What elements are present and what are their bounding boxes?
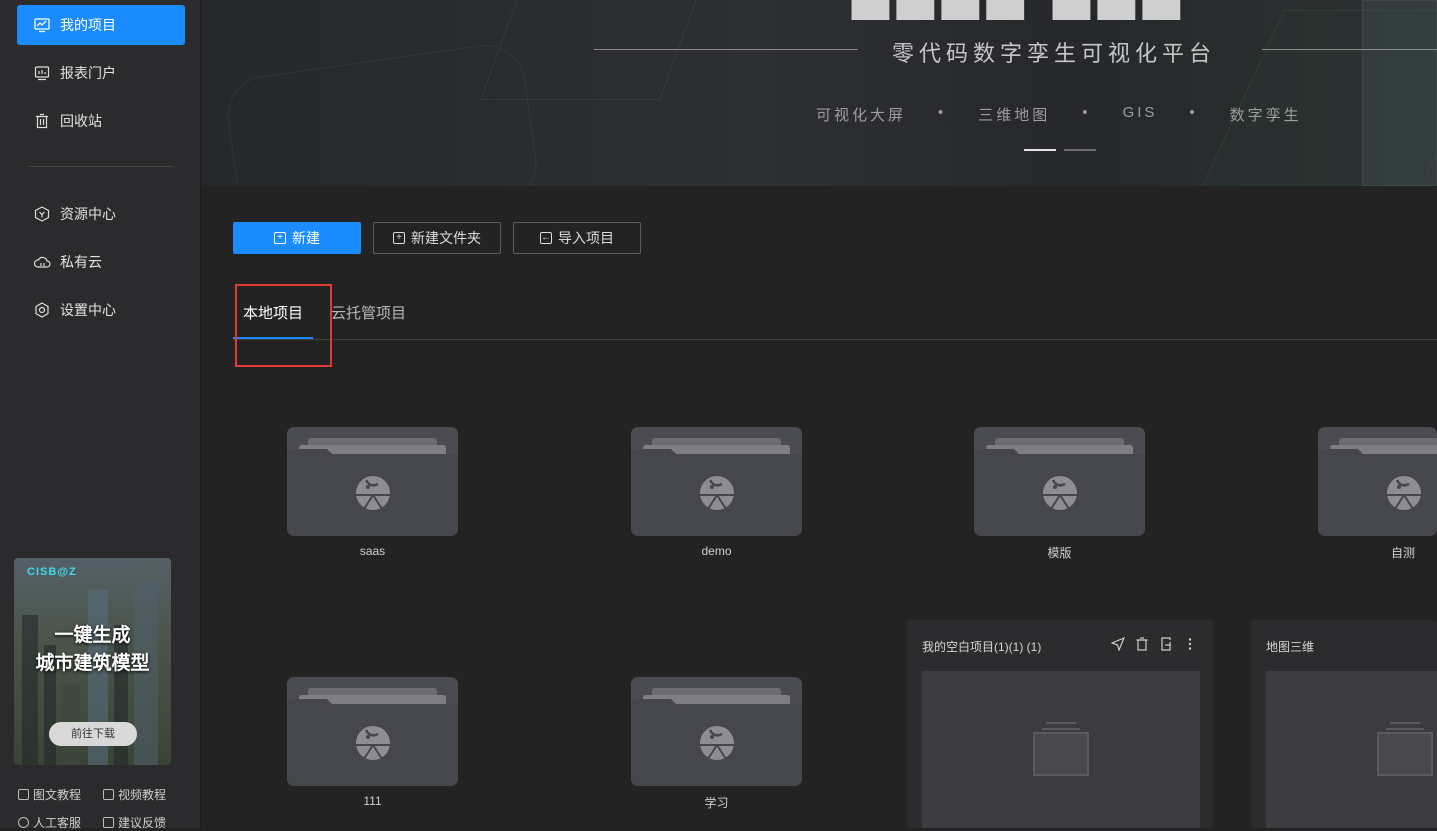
nav-settings-center[interactable]: 设置中心 bbox=[17, 290, 185, 330]
app-logo-icon bbox=[1043, 476, 1077, 510]
tag-separator: • bbox=[938, 104, 947, 121]
folder-item[interactable] bbox=[631, 677, 802, 786]
banner-divider-right bbox=[1262, 49, 1437, 50]
folder-label: 自测 bbox=[1391, 546, 1416, 560]
banner-tags: 可视化大屏 • 三维地图 • GIS • 数字孪生 bbox=[816, 104, 1334, 125]
promo-download-button[interactable]: 前往下载 bbox=[49, 722, 137, 746]
send-icon[interactable] bbox=[1110, 636, 1125, 651]
sidebar: 我的项目 报表门户 回收站 资源中心 私有云 设置中心 CISB@Z 一键生成 … bbox=[0, 0, 201, 831]
nav-resource-center[interactable]: 资源中心 bbox=[17, 194, 185, 234]
more-vertical-icon[interactable] bbox=[1182, 636, 1197, 651]
folder-label: saas bbox=[359, 544, 386, 558]
banner-title-partial: ▆▇▅▆ ▇▆▅ bbox=[852, 0, 1188, 20]
banner-subtitle: 零代码数字孪生可视化平台 bbox=[892, 41, 1217, 66]
nav-label: 回收站 bbox=[60, 113, 102, 129]
footer-link-label: 视频教程 bbox=[118, 788, 167, 802]
placeholder-image-icon bbox=[1377, 722, 1433, 776]
tabs-divider bbox=[233, 339, 1437, 340]
folder-item[interactable] bbox=[1318, 427, 1437, 536]
footer-link-feedback[interactable]: 建议反馈 bbox=[103, 814, 166, 831]
project-thumbnail[interactable] bbox=[1266, 671, 1437, 828]
footer-link-label: 图文教程 bbox=[33, 788, 82, 802]
footer-link-customer-service[interactable]: 人工客服 bbox=[18, 814, 81, 831]
banner-tag: 三维地图 bbox=[978, 107, 1051, 124]
nav-private-cloud[interactable]: 私有云 bbox=[17, 242, 185, 282]
cloud-icon bbox=[33, 253, 51, 271]
banner-divider-left bbox=[594, 49, 858, 50]
project-card-actions bbox=[1110, 636, 1197, 651]
folder-label: 模版 bbox=[1047, 546, 1072, 560]
app-logo-icon bbox=[1387, 476, 1421, 510]
nav-label: 私有云 bbox=[60, 254, 102, 270]
import-project-button[interactable]: ← 导入项目 bbox=[513, 222, 641, 254]
footer-link-video-tutorial[interactable]: 视频教程 bbox=[103, 786, 166, 803]
gear-icon bbox=[33, 301, 51, 319]
trash-icon bbox=[33, 112, 51, 130]
new-folder-button[interactable]: + 新建文件夹 bbox=[373, 222, 501, 254]
nav-label: 报表门户 bbox=[60, 65, 116, 81]
tag-separator: • bbox=[1082, 104, 1091, 121]
nav-label: 资源中心 bbox=[60, 206, 116, 222]
footer-link-graphic-tutorial[interactable]: 图文教程 bbox=[18, 786, 81, 803]
nav-report-portal[interactable]: 报表门户 bbox=[17, 53, 185, 93]
app-logo-icon bbox=[356, 726, 390, 760]
folder-item[interactable] bbox=[974, 427, 1145, 536]
promo-title-line1: 一键生成 bbox=[54, 625, 131, 646]
annotation-highlight-box bbox=[235, 284, 332, 367]
nav-label: 设置中心 bbox=[60, 302, 116, 318]
banner-tag: 可视化大屏 bbox=[816, 107, 907, 124]
button-label: 新建文件夹 bbox=[411, 230, 481, 246]
project-card[interactable]: 地图三维 bbox=[1251, 620, 1437, 828]
folder-item[interactable] bbox=[631, 427, 802, 536]
promo-banner[interactable]: CISB@Z 一键生成 城市建筑模型 前往下载 bbox=[14, 558, 171, 765]
nav-label: 我的项目 bbox=[60, 17, 116, 33]
promo-title-line2: 城市建筑模型 bbox=[35, 653, 150, 674]
new-project-button[interactable]: + 新建 bbox=[233, 222, 361, 254]
doc-icon bbox=[18, 789, 29, 800]
trash-icon[interactable] bbox=[1134, 636, 1149, 651]
nav-divider bbox=[29, 166, 173, 167]
feedback-icon bbox=[103, 817, 114, 828]
carousel-indicator-active[interactable] bbox=[1024, 149, 1056, 151]
import-icon: ← bbox=[540, 232, 552, 244]
report-icon bbox=[33, 64, 51, 82]
project-card-title: 地图三维 bbox=[1266, 640, 1315, 654]
folder-label: 学习 bbox=[704, 796, 729, 810]
project-card[interactable]: 我的空白项目(1)(1) (1) bbox=[907, 620, 1213, 828]
plus-square-icon: + bbox=[274, 232, 286, 244]
video-icon bbox=[103, 789, 114, 800]
hero-banner: ▆▇▅▆ ▇▆▅ 零代码数字孪生可视化平台 可视化大屏 • 三维地图 • GIS… bbox=[202, 0, 1437, 186]
folder-item[interactable] bbox=[287, 677, 458, 786]
promo-logo: CISB@Z bbox=[27, 566, 77, 578]
banner-tag: GIS bbox=[1122, 104, 1158, 121]
app-logo-icon bbox=[356, 476, 390, 510]
project-thumbnail[interactable] bbox=[922, 671, 1200, 828]
footer-link-label: 建议反馈 bbox=[118, 816, 167, 830]
export-icon[interactable] bbox=[1158, 636, 1173, 651]
folder-item[interactable] bbox=[287, 427, 458, 536]
folder-label: 111 bbox=[363, 794, 382, 808]
app-logo-icon bbox=[700, 476, 734, 510]
nav-recycle-bin[interactable]: 回收站 bbox=[17, 101, 185, 141]
carousel-indicator[interactable] bbox=[1064, 149, 1096, 151]
folder-label: demo bbox=[701, 544, 732, 558]
tag-separator: • bbox=[1189, 104, 1198, 121]
footer-link-label: 人工客服 bbox=[33, 816, 82, 830]
button-label: 新建 bbox=[292, 230, 320, 246]
chart-line-icon bbox=[33, 16, 51, 34]
button-label: 导入项目 bbox=[558, 230, 614, 246]
app-logo-icon bbox=[700, 726, 734, 760]
placeholder-image-icon bbox=[1033, 722, 1089, 776]
hexagon-icon bbox=[33, 205, 51, 223]
headset-icon bbox=[18, 817, 29, 828]
tab-cloud-projects[interactable]: 云托管项目 bbox=[331, 302, 406, 323]
banner-tag: 数字孪生 bbox=[1229, 107, 1302, 124]
folder-plus-icon: + bbox=[393, 232, 405, 244]
nav-my-projects[interactable]: 我的项目 bbox=[17, 5, 185, 45]
project-card-title: 我的空白项目(1)(1) (1) bbox=[922, 640, 1042, 654]
